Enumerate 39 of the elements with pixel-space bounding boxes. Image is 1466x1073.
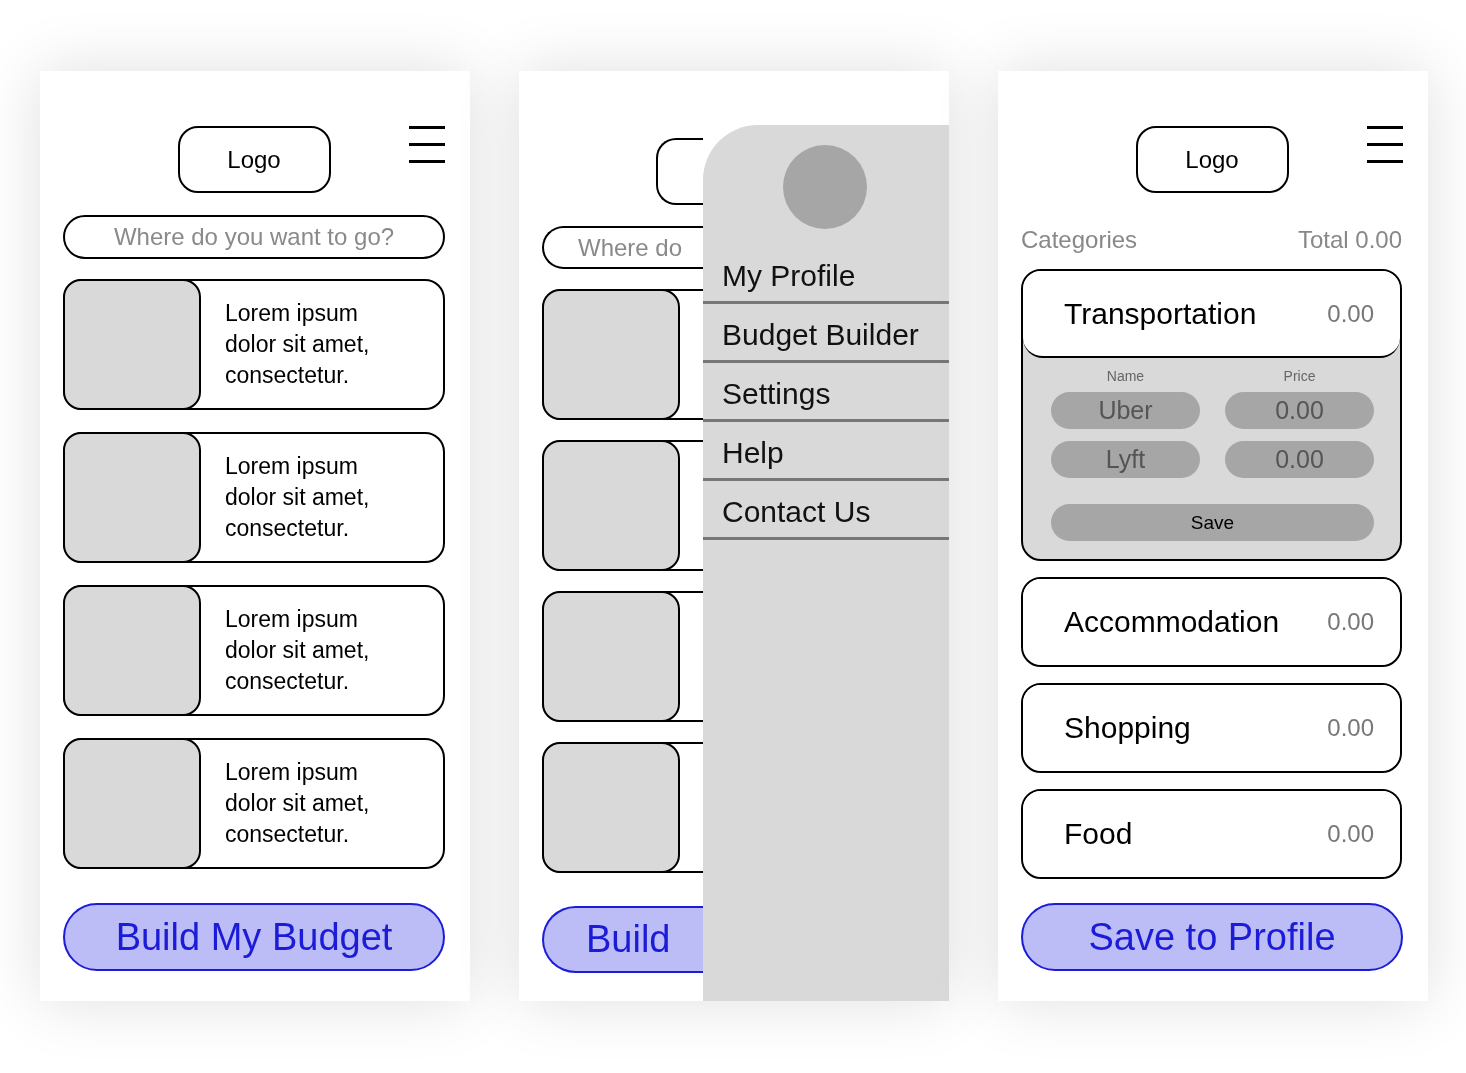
logo-button[interactable]: Logo	[1135, 126, 1289, 193]
category-name: Food	[1064, 817, 1133, 851]
menu-item[interactable]: Budget Builder	[703, 304, 949, 363]
column-label: Price	[1282, 368, 1317, 384]
menu-item[interactable]: Help	[703, 422, 949, 481]
column-label: Name	[1105, 368, 1146, 384]
menu-item[interactable]: Contact Us	[703, 481, 949, 540]
total-label: Total 0.00	[1297, 226, 1402, 254]
category-card[interactable]: Transportation 0.00 Name Price Uber 0.00 Lyft 0.00 Save	[1021, 269, 1402, 561]
search-field[interactable]: Where do you want to go?	[63, 215, 445, 259]
save-button[interactable]: Save	[1051, 504, 1374, 541]
category-name: Shopping	[1064, 711, 1191, 745]
build-budget-button[interactable]: Build My Budget	[63, 903, 445, 971]
menu-icon[interactable]	[409, 126, 445, 163]
category-amount: 0.00	[1327, 299, 1374, 328]
destination-card[interactable]: Lorem ipsum dolor sit amet, consectetur.	[63, 279, 445, 410]
save-to-profile-button[interactable]: Save to Profile	[1021, 903, 1403, 971]
category-name: Transportation	[1064, 296, 1257, 331]
card-text: Lorem ipsum dolor sit amet, consectetur.	[225, 452, 371, 543]
menu-item[interactable]: My Profile	[703, 245, 949, 304]
card-text: Lorem ipsum dolor sit amet, consectetur.	[225, 605, 371, 696]
category-amount: 0.00	[1327, 820, 1374, 848]
destination-card[interactable]: Lorem ipsum dolor sit amet, consectetur.	[63, 738, 445, 869]
category-card[interactable]: Food 0.00	[1021, 789, 1402, 879]
category-card[interactable]: Accommodation 0.00	[1021, 577, 1402, 667]
search-field[interactable]: Where do	[542, 226, 703, 269]
destination-card[interactable]: Lorem ipsum dolor sit amet, consectetur.	[63, 432, 445, 563]
category-amount: 0.00	[1327, 608, 1374, 636]
category-name: Accommodation	[1064, 605, 1280, 639]
menu-icon[interactable]	[1367, 126, 1403, 163]
logo-button[interactable]: Logo	[177, 126, 331, 193]
card-text: Lorem ipsum dolor sit amet, consectetur.	[225, 299, 371, 390]
category-amount: 0.00	[1327, 714, 1374, 742]
build-budget-button[interactable]: Build	[542, 906, 703, 973]
section-label: Categories	[1021, 226, 1138, 254]
menu-item[interactable]: Settings	[703, 363, 949, 422]
destination-card[interactable]: Lorem ipsum dolor sit amet, consectetur.	[63, 585, 445, 716]
card-text: Lorem ipsum dolor sit amet, consectetur.	[225, 758, 371, 849]
category-card[interactable]: Shopping 0.00	[1021, 683, 1402, 773]
